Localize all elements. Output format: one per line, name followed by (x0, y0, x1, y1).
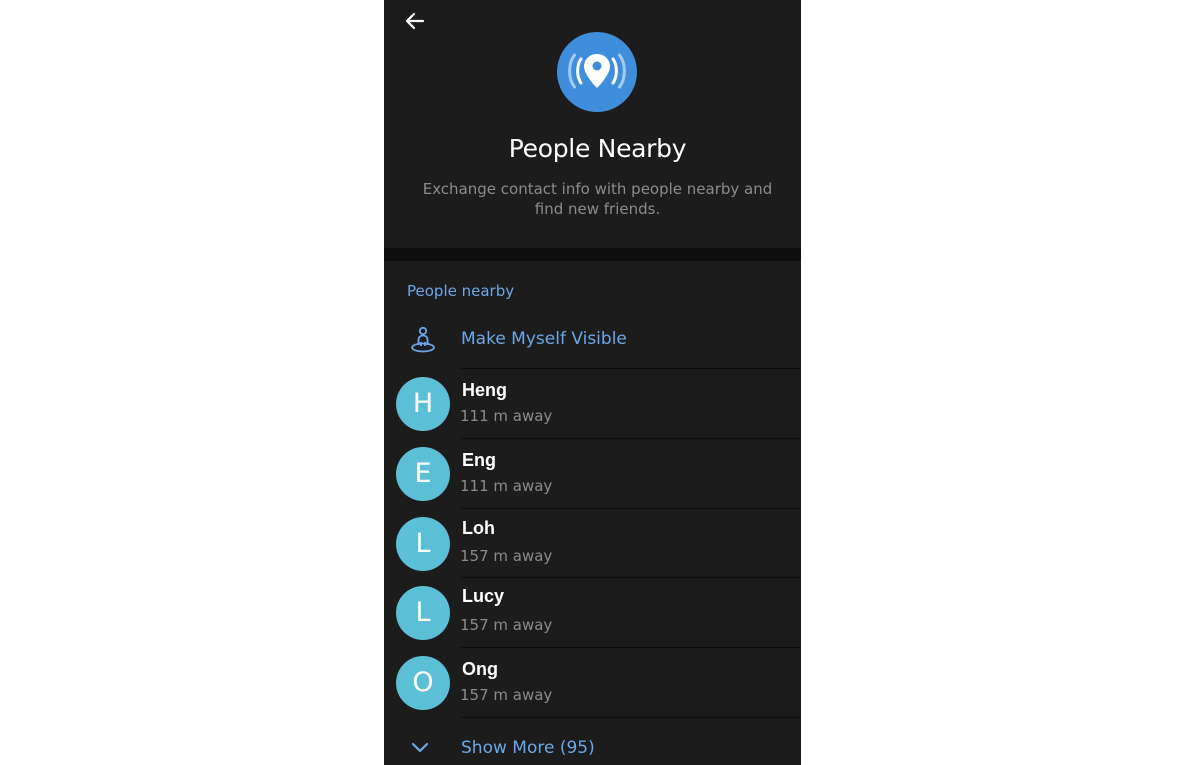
user-name: Lucy (462, 586, 505, 606)
show-more-button[interactable]: Show More (95) (384, 728, 801, 765)
row-divider (461, 717, 801, 718)
avatar: L (396, 517, 450, 571)
make-myself-visible-button[interactable]: Make Myself Visible (384, 313, 801, 368)
user-distance: 157 m away (460, 616, 553, 634)
back-button[interactable] (400, 6, 430, 36)
user-name: Eng (462, 450, 496, 470)
nearby-user-row[interactable]: H Heng 111 m away (384, 369, 801, 438)
hero-location-badge (557, 32, 637, 112)
user-distance: 111 m away (460, 477, 553, 495)
user-distance: 111 m away (460, 407, 553, 425)
section-divider (384, 248, 801, 261)
user-name: Loh (462, 518, 495, 538)
arrow-left-icon (405, 12, 425, 30)
user-name: Ong (462, 659, 498, 679)
person-on-pin-icon (411, 326, 435, 353)
page-subtitle: Exchange contact info with people nearby… (422, 180, 773, 218)
user-distance: 157 m away (460, 686, 553, 704)
chevron-down-icon (411, 742, 429, 753)
show-more-label: Show More (95) (461, 738, 595, 758)
nearby-user-row[interactable]: O Ong 157 m away (384, 648, 801, 717)
avatar: O (396, 656, 450, 710)
avatar: H (396, 377, 450, 431)
header: People Nearby Exchange contact info with… (384, 0, 801, 248)
avatar: E (396, 447, 450, 501)
nearby-user-row[interactable]: L Loh 157 m away (384, 509, 801, 578)
avatar: L (396, 586, 450, 640)
page-title: People Nearby (508, 134, 687, 163)
people-nearby-screen: People Nearby Exchange contact info with… (384, 0, 801, 765)
nearby-user-row[interactable]: E Eng 111 m away (384, 439, 801, 508)
user-name: Heng (462, 380, 507, 400)
user-distance: 157 m away (460, 547, 553, 565)
make-myself-visible-label: Make Myself Visible (461, 329, 627, 349)
location-broadcast-icon (568, 53, 626, 89)
nearby-user-row[interactable]: L Lucy 157 m away (384, 578, 801, 647)
section-header: People nearby (407, 282, 515, 300)
